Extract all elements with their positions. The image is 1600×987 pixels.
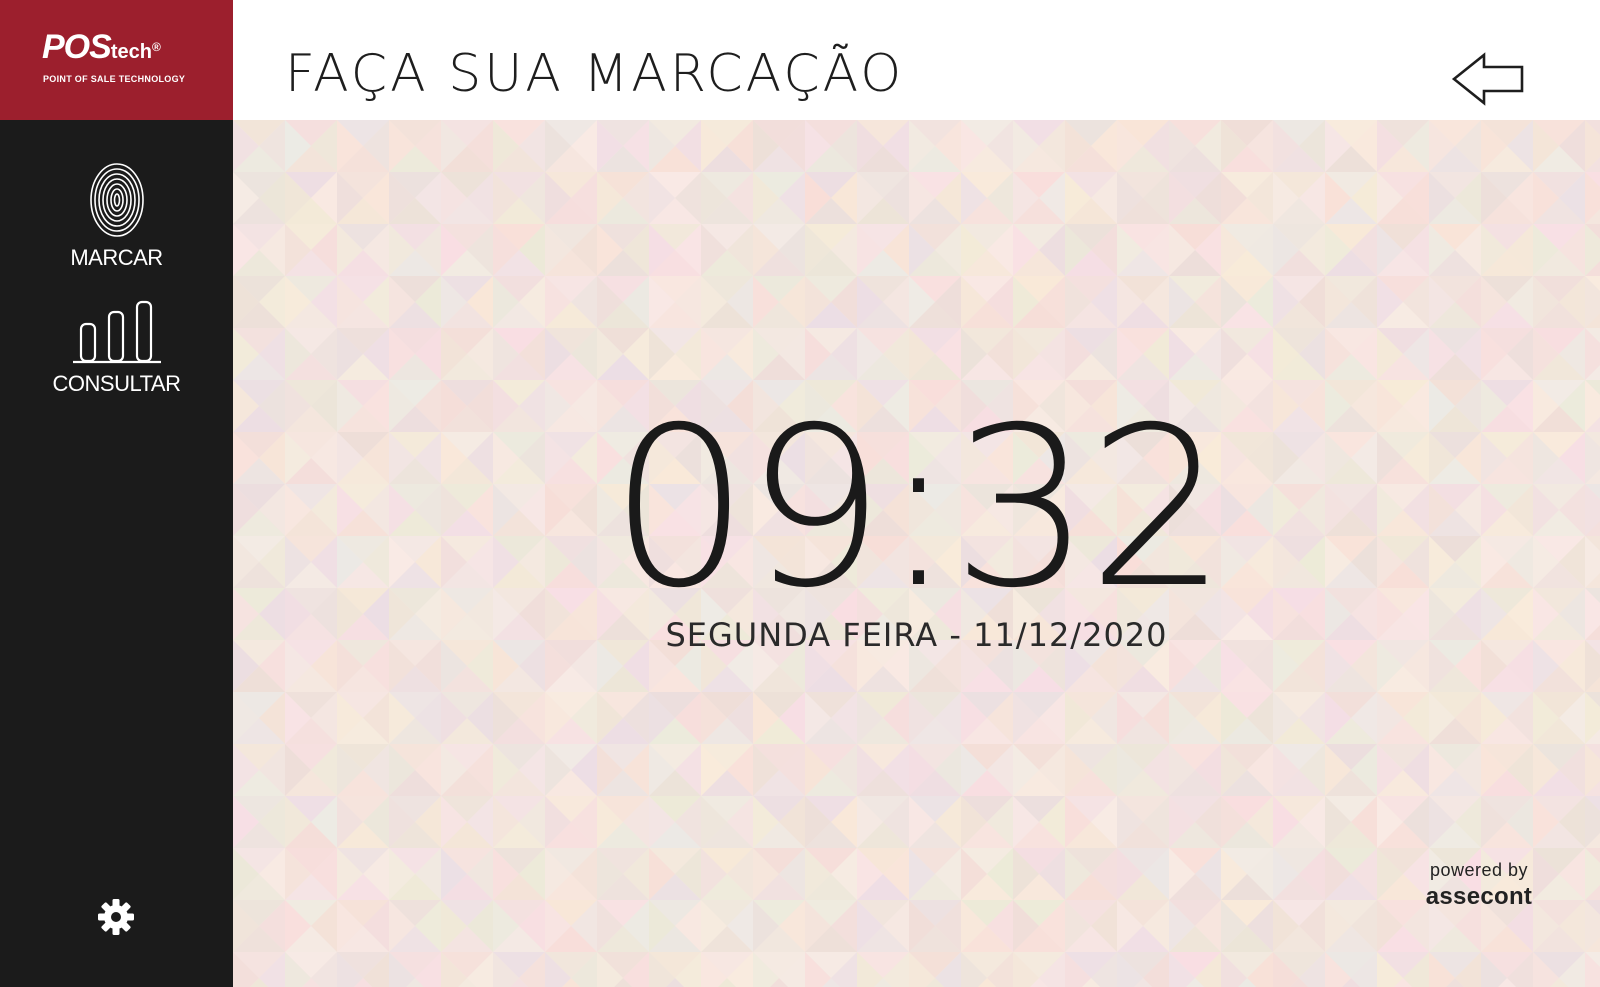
- back-button[interactable]: [1451, 52, 1525, 106]
- fingerprint-icon: [89, 163, 144, 237]
- powered-by-company: assecont: [1425, 883, 1533, 910]
- sidebar-item-marcar[interactable]: MARCAR: [0, 160, 233, 271]
- sidebar-item-consultar[interactable]: CONSULTAR: [0, 300, 233, 397]
- powered-by-label: powered by: [1429, 860, 1529, 880]
- back-arrow-icon: [1451, 52, 1524, 106]
- main-area: 09:32 SEGUNDA FEIRA - 11/12/2020 powered…: [233, 120, 1600, 987]
- settings-button[interactable]: [96, 897, 136, 937]
- clock-time: 09:32: [609, 380, 1227, 636]
- sidebar: POStech® POINT OF SALE TECHNOLOGY MARCAR: [0, 0, 233, 987]
- logo-tagline: POINT OF SALE TECHNOLOGY: [43, 74, 186, 84]
- clock-date: SEGUNDA FEIRA - 11/12/2020: [665, 616, 1168, 654]
- gear-icon: [98, 899, 134, 935]
- logo-wordmark: POStech®: [42, 28, 161, 66]
- sidebar-item-label: CONSULTAR: [52, 371, 181, 396]
- page-title: FAÇA SUA MARCAÇÃO: [285, 44, 905, 104]
- brand-logo: POStech® POINT OF SALE TECHNOLOGY: [0, 0, 233, 120]
- bar-chart-icon: [72, 300, 161, 364]
- powered-by: powered by assecont: [1409, 860, 1549, 911]
- sidebar-item-label: MARCAR: [70, 245, 163, 270]
- header: FAÇA SUA MARCAÇÃO: [233, 0, 1600, 120]
